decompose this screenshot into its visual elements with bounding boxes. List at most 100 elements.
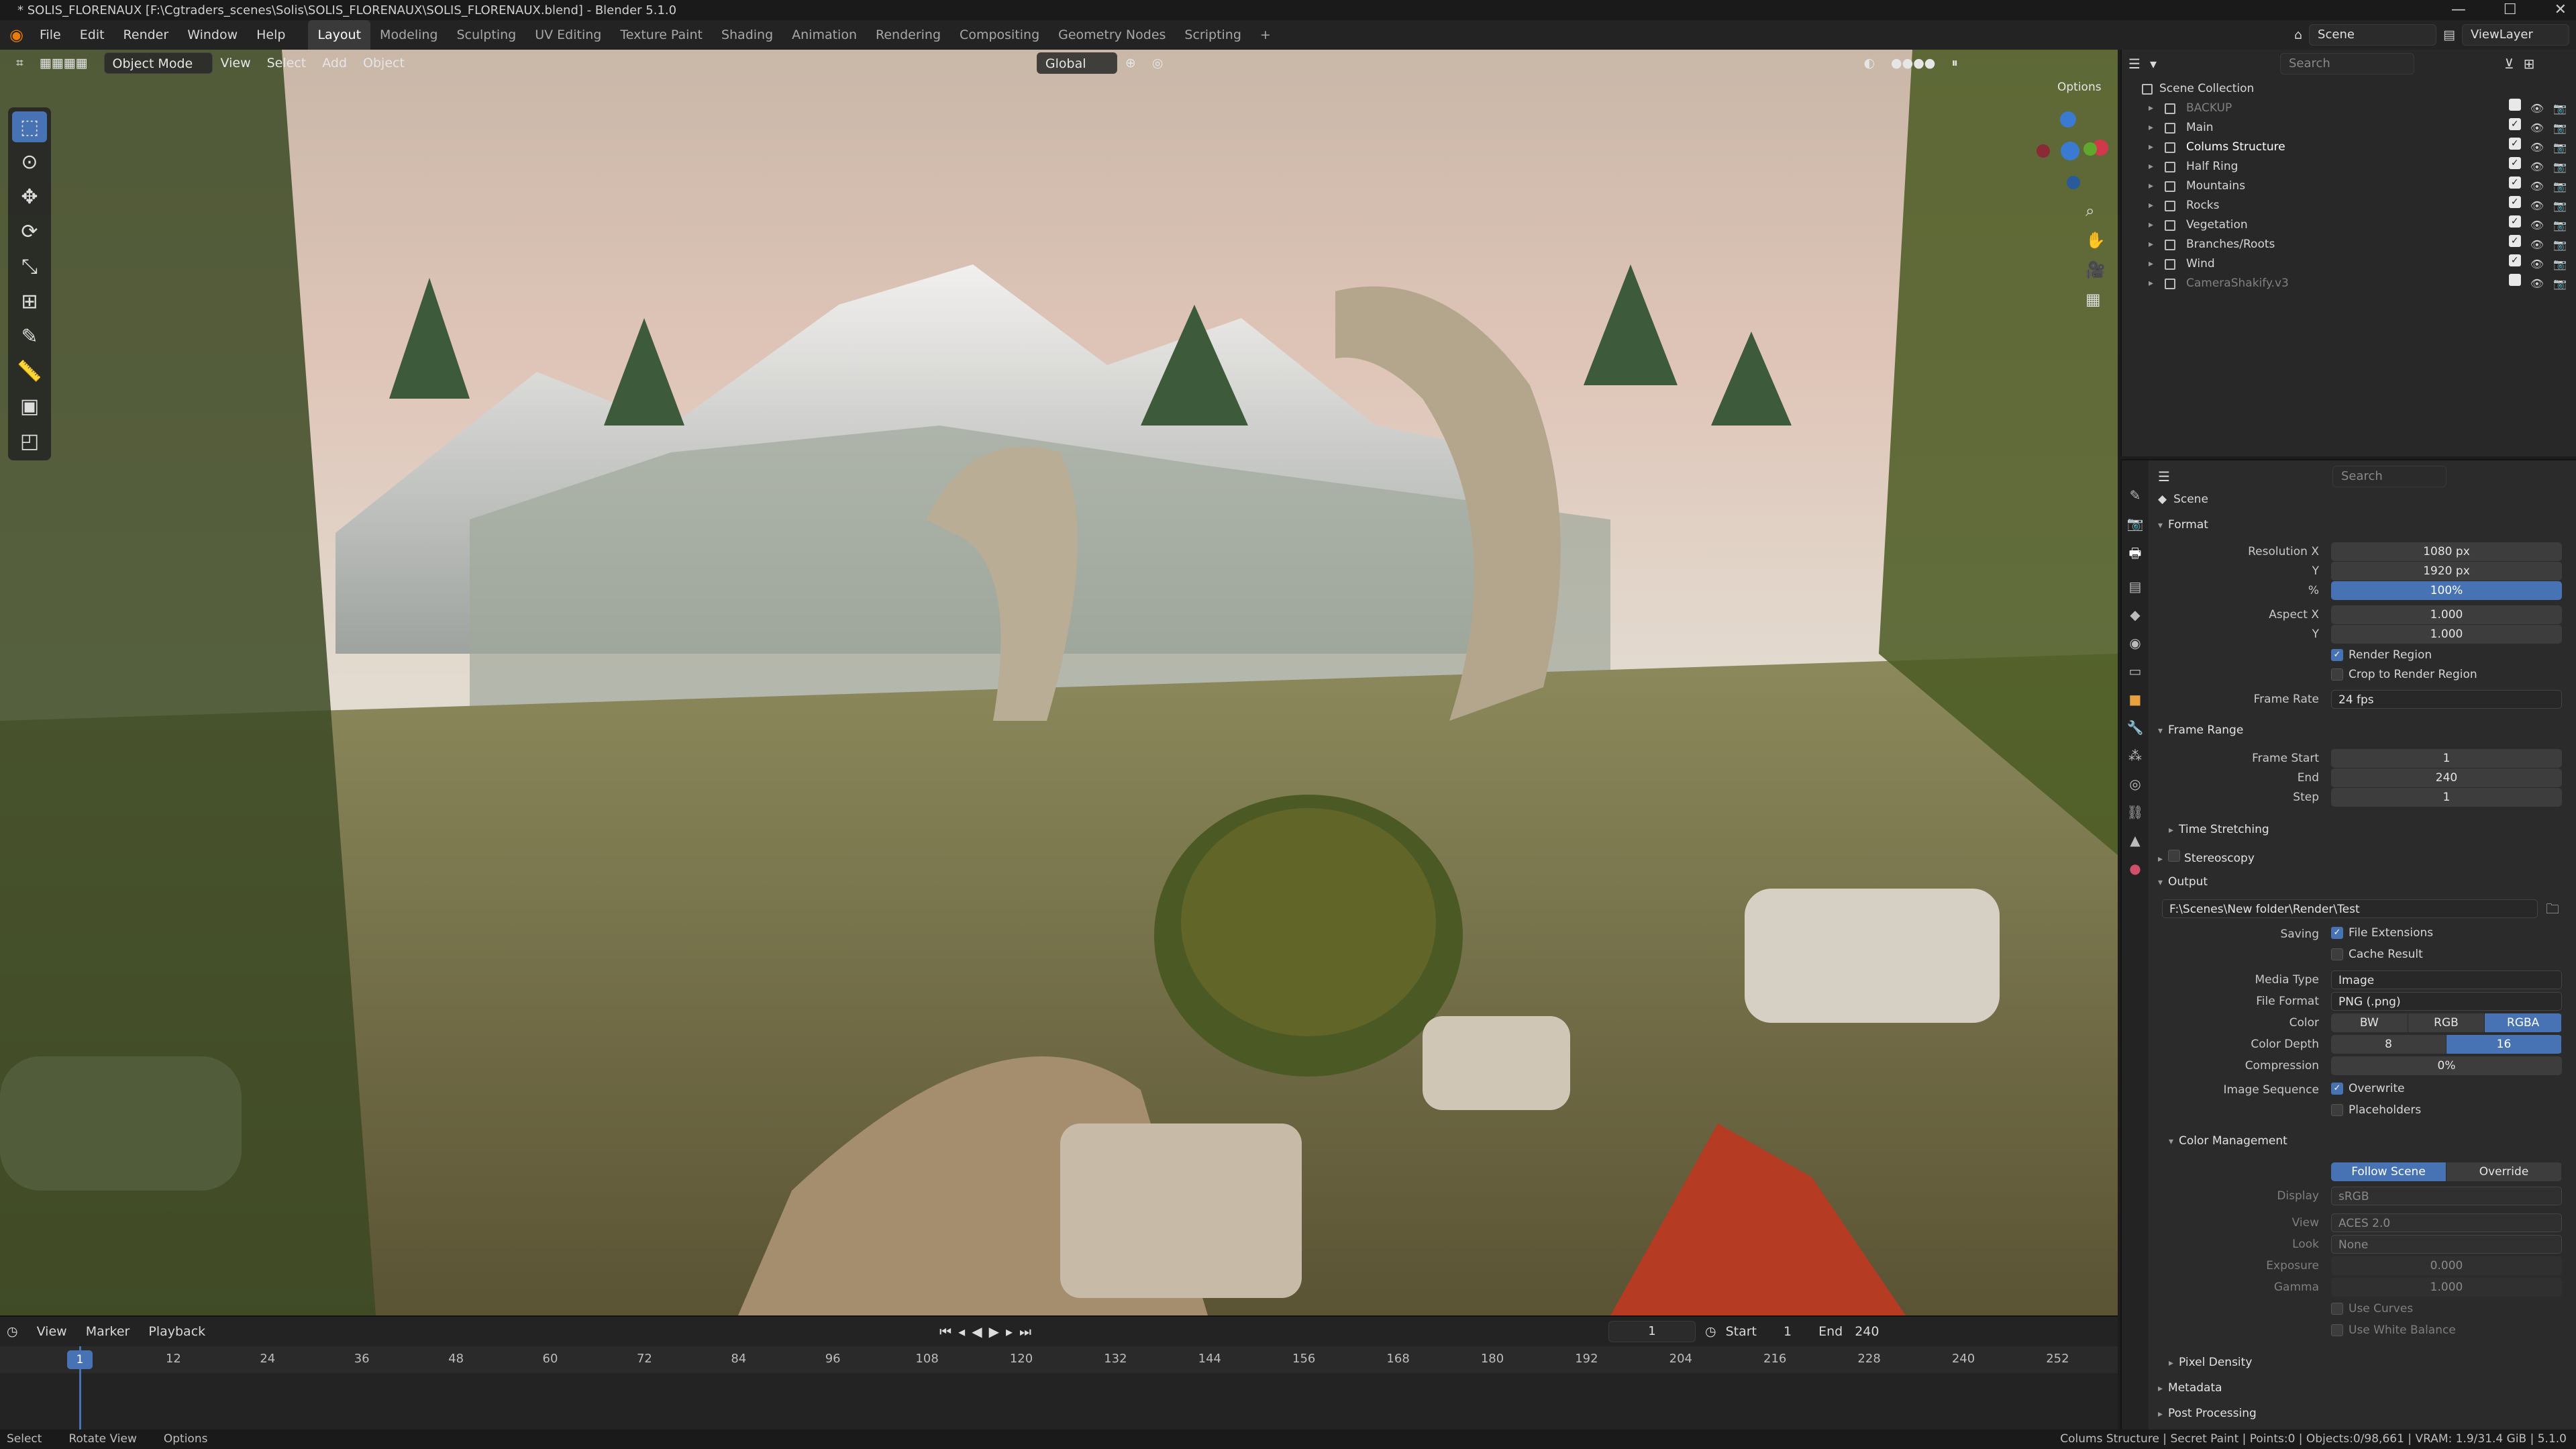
use-white-balance-checkbox[interactable]: Use White Balance xyxy=(2331,1323,2456,1337)
workspace-tab-texture-paint[interactable]: Texture Paint xyxy=(611,20,712,50)
visibility-eye-icon[interactable]: 👁 xyxy=(2530,196,2544,215)
object-tab-icon[interactable]: ■ xyxy=(2129,691,2142,707)
color-rgb-option[interactable]: RGB xyxy=(2408,1013,2485,1032)
exclude-checkbox[interactable]: ✓ xyxy=(2508,177,2521,189)
placeholders-checkbox[interactable]: Placeholders xyxy=(2331,1103,2421,1117)
3d-viewport[interactable] xyxy=(0,50,2118,1315)
visibility-eye-icon[interactable]: 👁 xyxy=(2530,274,2544,293)
view-transform-dropdown[interactable]: ACES 2.0 xyxy=(2331,1213,2562,1232)
shading-modes-icon[interactable]: ●●●● xyxy=(1883,52,1943,74)
file-extensions-checkbox[interactable]: ✓ File Extensions xyxy=(2331,926,2433,940)
start-value[interactable]: 1 xyxy=(1784,1324,1792,1339)
resolution-y-field[interactable]: 1920 px xyxy=(2331,562,2562,581)
select-mode-icons[interactable]: ▦▦▦▦ xyxy=(32,52,96,74)
output-path-field[interactable]: F:\Scenes\New folder\Render\Test xyxy=(2162,899,2538,918)
outliner-collection-row[interactable]: ▸ Mountains ✓ 👁 📷 xyxy=(2122,177,2576,196)
exposure-slider[interactable]: 0.000 xyxy=(2331,1256,2562,1275)
outliner-collection-row[interactable]: ▸ Wind ✓ 👁 📷 xyxy=(2122,254,2576,274)
frame-ruler[interactable]: 12 24 36 48 60 72 84 96 108 120 132 144 156 168 180 192… xyxy=(0,1346,2118,1373)
proportional-edit-icon[interactable]: ◎ xyxy=(1144,52,1172,74)
visibility-eye-icon[interactable]: 👁 xyxy=(2530,215,2544,235)
workspace-tab-geometry-nodes[interactable]: Geometry Nodes xyxy=(1049,20,1175,50)
pixel-density-subpanel[interactable]: ▸ Pixel Density xyxy=(2169,1356,2252,1369)
workspace-tab-uv-editing[interactable]: UV Editing xyxy=(525,20,611,50)
exclude-checkbox[interactable] xyxy=(2508,99,2521,111)
editor-type-icon[interactable]: ☰ xyxy=(2158,468,2170,485)
look-dropdown[interactable]: None xyxy=(2331,1235,2562,1254)
frame-step-field[interactable]: 1 xyxy=(2331,788,2562,807)
maximize-button[interactable]: ☐ xyxy=(2504,1,2517,18)
menu-file[interactable]: File xyxy=(30,20,70,50)
properties-search-input[interactable]: Search xyxy=(2332,466,2446,487)
output-panel-header[interactable]: ▾ Output xyxy=(2158,875,2208,889)
expand-arrow-icon[interactable]: ▸ xyxy=(2149,99,2153,118)
resolution-percent-slider[interactable]: 100% xyxy=(2331,581,2562,600)
visibility-eye-icon[interactable]: 👁 xyxy=(2530,157,2544,177)
expand-arrow-icon[interactable]: ▸ xyxy=(2149,215,2153,235)
render-camera-icon[interactable]: 📷 xyxy=(2553,157,2567,177)
time-stretching-subpanel[interactable]: ▸ Time Stretching xyxy=(2169,823,2269,836)
add-workspace-button[interactable]: + xyxy=(1251,20,1280,50)
constraints-tab-icon[interactable]: ⛓ xyxy=(2126,804,2143,820)
aspect-x-field[interactable]: 1.000 xyxy=(2331,605,2562,624)
visibility-eye-icon[interactable]: 👁 xyxy=(2530,118,2544,138)
outliner-search-input[interactable]: Search xyxy=(2279,53,2414,74)
filter-icon[interactable]: ⊻ xyxy=(2504,56,2514,72)
scene-tab-icon[interactable]: ◆ xyxy=(2130,607,2140,623)
frame-start-field[interactable]: 1 xyxy=(2331,749,2562,768)
measure-tool-icon[interactable]: 📏 xyxy=(12,356,47,387)
media-type-dropdown[interactable]: Image xyxy=(2331,970,2562,989)
stereoscopy-panel-header[interactable]: ▸ Stereoscopy xyxy=(2158,850,2255,865)
tool-tab-icon[interactable]: ✎ xyxy=(2130,487,2141,503)
scene-collection-row[interactable]: Scene Collection xyxy=(2122,79,2576,99)
gamma-slider[interactable]: 1.000 xyxy=(2331,1278,2562,1297)
exclude-checkbox[interactable] xyxy=(2508,274,2521,286)
aspect-y-field[interactable]: 1.000 xyxy=(2331,625,2562,644)
metadata-panel-header[interactable]: ▸ Metadata xyxy=(2158,1381,2222,1395)
viewport-menu-view[interactable]: View xyxy=(213,52,259,74)
collection-tab-icon[interactable]: ▭ xyxy=(2129,663,2142,679)
output-tab-icon[interactable]: 🖶 xyxy=(2129,544,2142,566)
outliner-collection-row[interactable]: ▸ Rocks ✓ 👁 📷 xyxy=(2122,196,2576,215)
crop-region-checkbox[interactable]: Crop to Render Region xyxy=(2331,668,2477,681)
override-option[interactable]: Override xyxy=(2446,1162,2562,1181)
expand-arrow-icon[interactable]: ▸ xyxy=(2149,118,2153,138)
exclude-checkbox[interactable]: ✓ xyxy=(2508,118,2521,130)
post-processing-panel-header[interactable]: ▸ Post Processing xyxy=(2158,1407,2257,1420)
new-collection-icon[interactable]: ⊞ xyxy=(2524,56,2535,72)
workspace-tab-layout[interactable]: Layout xyxy=(308,20,371,50)
exclude-checkbox[interactable]: ✓ xyxy=(2508,196,2521,208)
pan-hand-icon[interactable]: ✋ xyxy=(2085,231,2106,250)
timeline-menu-view[interactable]: View xyxy=(28,1324,76,1339)
frame-end-field[interactable]: 240 xyxy=(2331,768,2562,787)
render-camera-icon[interactable]: 📷 xyxy=(2553,274,2567,293)
visibility-eye-icon[interactable]: 👁 xyxy=(2530,235,2544,254)
visibility-eye-icon[interactable]: 👁 xyxy=(2530,254,2544,274)
follow-scene-option[interactable]: Follow Scene xyxy=(2331,1162,2446,1181)
physics-tab-icon[interactable]: ◎ xyxy=(2129,776,2141,792)
expand-arrow-icon[interactable]: ▸ xyxy=(2149,274,2153,293)
depth-8-option[interactable]: 8 xyxy=(2331,1035,2446,1054)
cursor-tool-icon[interactable]: ⊙ xyxy=(12,146,47,177)
view-layer-tab-icon[interactable]: ▤ xyxy=(2129,579,2142,595)
color-rgba-option[interactable]: RGBA xyxy=(2485,1013,2562,1032)
particles-tab-icon[interactable]: ⁂ xyxy=(2128,748,2142,764)
exclude-checkbox[interactable]: ✓ xyxy=(2508,235,2521,247)
render-camera-icon[interactable]: 📷 xyxy=(2553,99,2567,118)
viewport-menu-select[interactable]: Select xyxy=(259,52,315,74)
playback-controls[interactable]: ⏮◂◀▶▸⏭ xyxy=(939,1323,1038,1340)
resolution-x-field[interactable]: 1080 px xyxy=(2331,542,2562,561)
workspace-tab-sculpting[interactable]: Sculpting xyxy=(447,20,525,50)
expand-arrow-icon[interactable]: ▸ xyxy=(2149,196,2153,215)
close-button[interactable]: ✕ xyxy=(2555,1,2567,18)
folder-icon[interactable]: 🗀 xyxy=(2546,899,2559,922)
exclude-checkbox[interactable]: ✓ xyxy=(2508,254,2521,266)
render-camera-icon[interactable]: 📷 xyxy=(2553,235,2567,254)
overlays-icon[interactable]: ◐ xyxy=(1855,52,1883,74)
end-value[interactable]: 240 xyxy=(1855,1324,1879,1339)
frame-rate-dropdown[interactable]: 24 fps xyxy=(2331,690,2562,709)
menu-render[interactable]: Render xyxy=(114,20,178,50)
render-camera-icon[interactable]: 📷 xyxy=(2553,138,2567,157)
menu-window[interactable]: Window xyxy=(178,20,247,50)
expand-arrow-icon[interactable]: ▸ xyxy=(2149,157,2153,177)
